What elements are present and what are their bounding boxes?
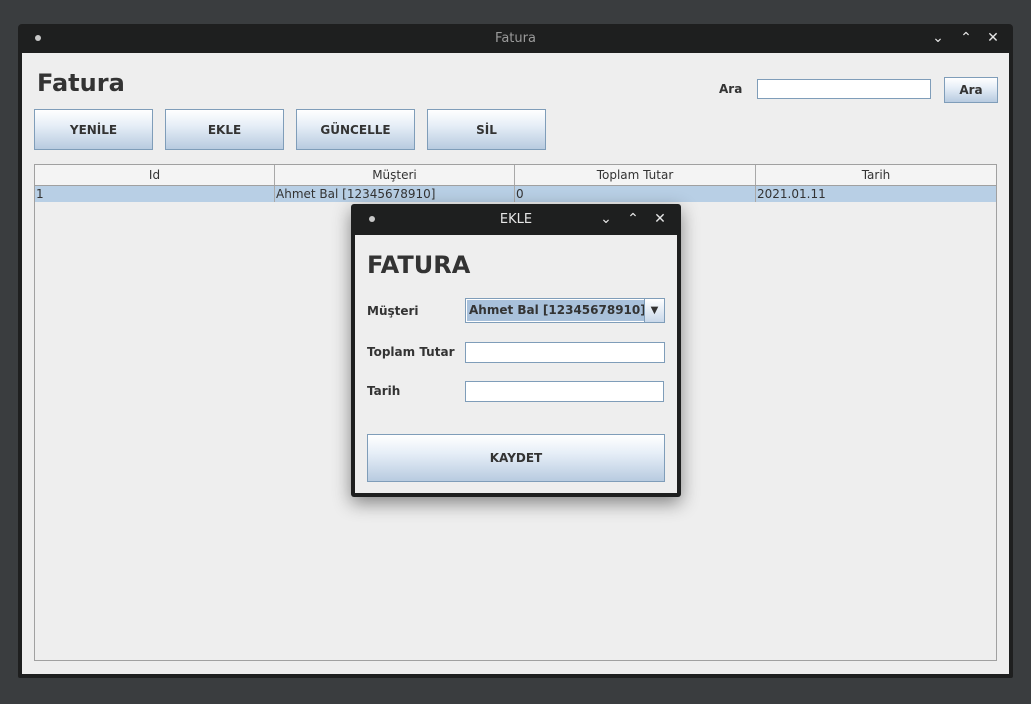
search-input[interactable]	[757, 79, 931, 99]
window-title: Fatura	[495, 31, 536, 46]
chevron-down-icon[interactable]: ▼	[644, 299, 664, 322]
cell-date: 2021.01.11	[757, 187, 826, 201]
table-header: Id Müşteri Toplam Tutar Tarih	[35, 165, 996, 186]
save-button[interactable]: KAYDET	[367, 434, 665, 482]
column-header-customer[interactable]: Müşteri	[275, 165, 515, 185]
dialog-maximize-icon[interactable]: ⌃	[623, 209, 643, 229]
dialog-close-icon[interactable]: ✕	[650, 209, 670, 229]
column-header-date[interactable]: Tarih	[756, 165, 996, 185]
cell-total: 0	[515, 186, 756, 202]
column-header-id[interactable]: Id	[35, 165, 275, 185]
search-label: Ara	[719, 82, 743, 96]
delete-button[interactable]: SİL	[427, 109, 546, 150]
dialog-titlebar[interactable]: EKLE ⌄ ⌃ ✕	[351, 204, 681, 233]
dialog-content: FATURA Müşteri Ahmet Bal [12345678910] ▼…	[355, 235, 677, 493]
column-header-total[interactable]: Toplam Tutar	[515, 165, 756, 185]
date-input[interactable]	[465, 381, 664, 402]
update-button[interactable]: GÜNCELLE	[296, 109, 415, 150]
total-label: Toplam Tutar	[367, 345, 455, 359]
close-icon[interactable]: ✕	[983, 28, 1003, 48]
search-button[interactable]: Ara	[944, 77, 998, 103]
add-dialog: EKLE ⌄ ⌃ ✕ FATURA Müşteri Ahmet Bal [123…	[351, 204, 681, 497]
customer-label: Müşteri	[367, 304, 419, 318]
refresh-button[interactable]: YENİLE	[34, 109, 153, 150]
minimize-icon[interactable]: ⌄	[928, 28, 948, 48]
customer-selected-value: Ahmet Bal [12345678910]	[467, 300, 646, 321]
date-label: Tarih	[367, 384, 401, 398]
dialog-heading: FATURA	[367, 251, 471, 279]
dialog-minimize-icon[interactable]: ⌄	[596, 209, 616, 229]
add-button[interactable]: EKLE	[165, 109, 284, 150]
maximize-icon[interactable]: ⌃	[956, 28, 976, 48]
window-titlebar[interactable]: Fatura ⌄ ⌃ ✕	[18, 24, 1013, 53]
table-row[interactable]: 1 Ahmet Bal [12345678910] 0 2021.01.11	[35, 186, 996, 202]
customer-select[interactable]: Ahmet Bal [12345678910] ▼	[465, 298, 665, 323]
cell-customer: Ahmet Bal [12345678910]	[275, 186, 515, 202]
cell-id: 1	[35, 186, 275, 202]
page-title: Fatura	[37, 69, 125, 97]
total-input[interactable]	[465, 342, 665, 363]
